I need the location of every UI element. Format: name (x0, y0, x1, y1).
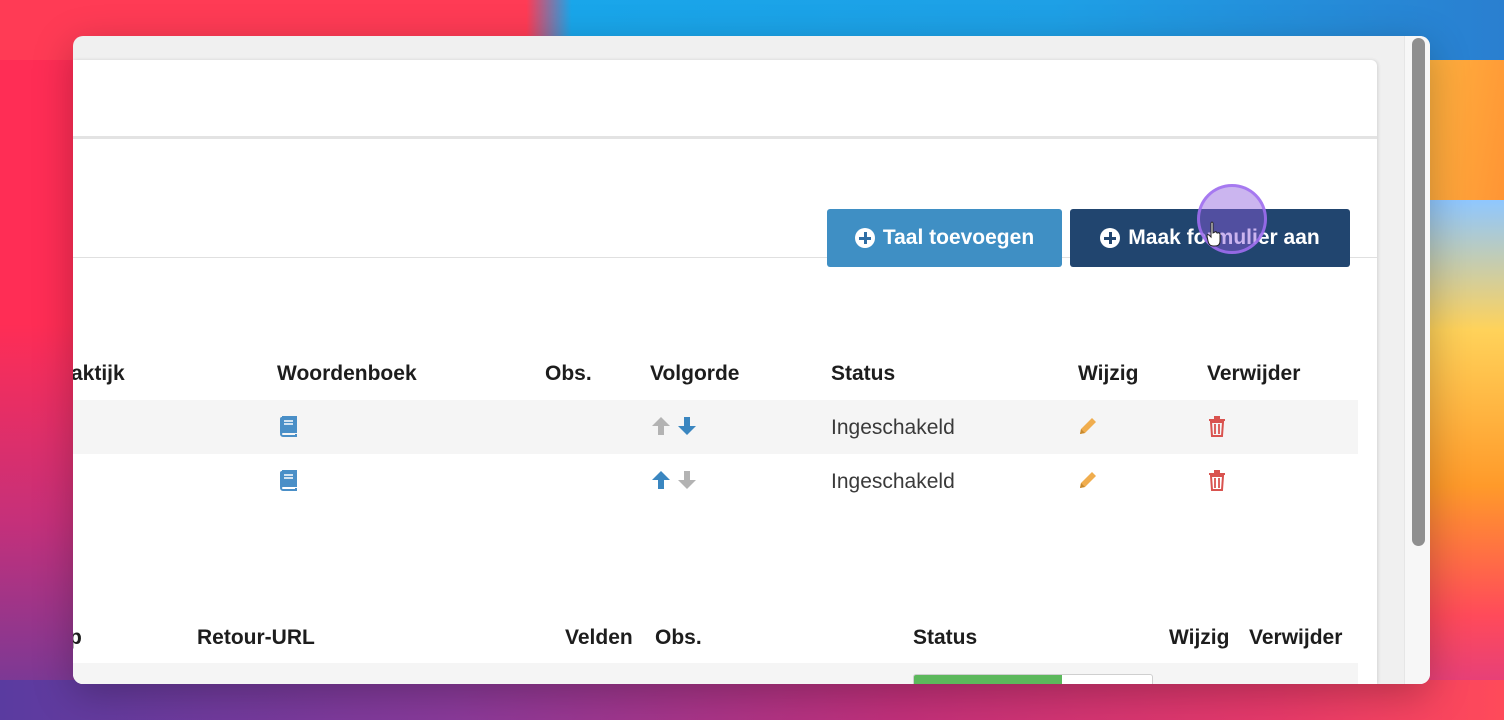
header-order[interactable]: Volgorde (650, 362, 739, 386)
table-row (73, 400, 1358, 454)
scrollbar-thumb[interactable] (1412, 38, 1425, 546)
book-icon[interactable] (277, 415, 299, 437)
pencil-icon[interactable] (1077, 469, 1099, 491)
pencil-icon[interactable] (1077, 415, 1099, 437)
desktop-wallpaper-bottom (0, 680, 1504, 720)
action-toolbar: Taal toevoegen Maak formulier aan (73, 139, 1377, 267)
header-edit: Wijzig (1078, 362, 1139, 385)
arrow-up-icon[interactable] (650, 469, 672, 491)
arrow-down-icon[interactable] (676, 415, 698, 437)
header-obs[interactable]: Obs. (545, 362, 592, 386)
trash-icon[interactable] (1207, 415, 1227, 437)
plus-circle-icon (1100, 228, 1121, 248)
hand-cursor-icon (1206, 221, 1221, 247)
table-row (73, 663, 1358, 684)
header-practice[interactable]: aktijk (73, 362, 125, 386)
add-language-label: Taal toevoegen (882, 226, 1035, 249)
header-dictionary[interactable]: Woordenboek (277, 362, 417, 386)
plus-circle-icon (854, 228, 875, 248)
header-edit: Wijzig (1169, 626, 1230, 649)
page-content: Taal toevoegen Maak formulier aan aktijk… (73, 60, 1377, 684)
table-row (73, 454, 1358, 508)
header-fields[interactable]: Velden (565, 626, 633, 650)
header-partial[interactable]: p (73, 626, 82, 650)
header-obs[interactable]: Obs. (655, 626, 702, 650)
desktop-wallpaper-left (0, 60, 80, 720)
scrollbar[interactable] (1404, 36, 1430, 684)
trash-icon[interactable] (1207, 469, 1227, 491)
arrow-up-icon (652, 417, 670, 435)
status-text: Ingeschakeld (831, 416, 955, 439)
add-language-button[interactable]: Taal toevoegen (827, 209, 1062, 267)
header-delete: Verwijder (1207, 362, 1301, 385)
header-return-url[interactable]: Retour-URL (197, 626, 315, 650)
status-toggle[interactable] (913, 674, 1153, 684)
browser-window: Taal toevoegen Maak formulier aan aktijk… (73, 36, 1430, 684)
header-status[interactable]: Status (831, 362, 895, 386)
toggle-on-segment (914, 675, 1062, 684)
header-delete: Verwijder (1249, 626, 1343, 649)
book-icon[interactable] (277, 469, 299, 491)
status-text: Ingeschakeld (831, 470, 955, 493)
header-status[interactable]: Status (913, 626, 977, 650)
arrow-down-icon (678, 471, 696, 489)
page-header (73, 60, 1377, 139)
